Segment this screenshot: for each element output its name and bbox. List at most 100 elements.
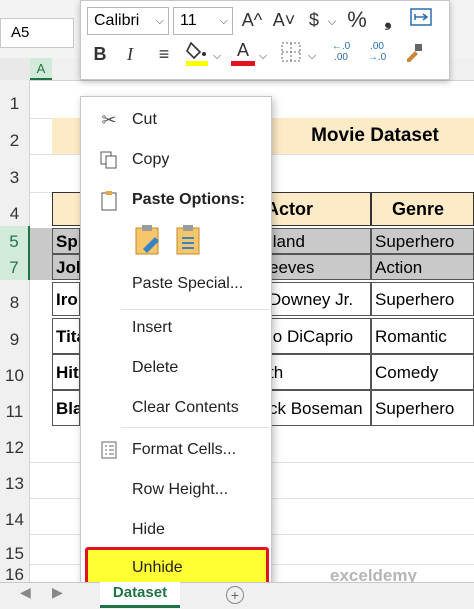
- menu-item-clear-contents[interactable]: Clear Contents: [81, 391, 271, 425]
- sheet-title: Movie Dataset: [311, 125, 439, 146]
- font-size-value: 11: [180, 12, 197, 29]
- row-header-2[interactable]: 2: [0, 118, 30, 154]
- fill-color-button[interactable]: [183, 39, 211, 74]
- table-cell[interactable]: Iro: [52, 282, 80, 316]
- menu-item-label: Hide: [132, 521, 165, 538]
- font-color-button[interactable]: A: [229, 39, 257, 66]
- table-header-actor: Actor: [265, 192, 371, 226]
- paste-brush-icon: [135, 225, 159, 255]
- row-header-11[interactable]: 11: [0, 390, 30, 426]
- table-cell[interactable]: th: [265, 354, 371, 390]
- paste-button[interactable]: [133, 223, 165, 257]
- align-center-button[interactable]: ≡: [151, 41, 177, 67]
- currency-button[interactable]: $: [303, 7, 325, 33]
- column-header-a[interactable]: A: [30, 58, 52, 80]
- row-header-10[interactable]: 10: [0, 354, 30, 390]
- wrap-text-button[interactable]: [407, 7, 435, 33]
- genre-header-label: Genre: [392, 199, 445, 219]
- paste-values-icon: [176, 225, 200, 255]
- menu-item-hide[interactable]: Hide: [81, 513, 271, 547]
- format-painter-icon: [407, 44, 422, 62]
- menu-item-paste-options: Paste Options:: [81, 183, 271, 217]
- table-cell[interactable]: Tita: [52, 318, 80, 354]
- borders-button[interactable]: [277, 41, 305, 70]
- menu-item-label: Clear Contents: [132, 399, 239, 416]
- table-cell[interactable]: Romantic: [371, 318, 474, 354]
- row-header-9[interactable]: 9: [0, 318, 30, 354]
- chevron-down-icon[interactable]: ⌵: [325, 9, 339, 35]
- tab-scroll-right-icon[interactable]: ▶: [52, 584, 63, 601]
- table-cell[interactable]: Superhero: [371, 282, 474, 316]
- row-header-1[interactable]: 1: [0, 80, 30, 118]
- paste-values-button[interactable]: [173, 223, 205, 257]
- row-header-5[interactable]: 5: [0, 226, 30, 254]
- decrease-decimal-button[interactable]: .00 →.0: [361, 41, 393, 63]
- paint-bucket-icon: [186, 41, 208, 66]
- row-header-14[interactable]: 14: [0, 498, 30, 534]
- row-header-13[interactable]: 13: [0, 462, 30, 498]
- row-header-4[interactable]: 4: [0, 192, 30, 226]
- row-header-7[interactable]: 7: [0, 254, 30, 280]
- select-all-corner[interactable]: [0, 58, 31, 80]
- menu-item-label: Copy: [132, 151, 170, 168]
- table-cell[interactable]: Spi: [52, 228, 80, 254]
- menu-item-delete[interactable]: Delete: [81, 351, 271, 385]
- table-cell[interactable]: Joh: [52, 254, 80, 280]
- menu-item-label: Paste Special...: [132, 275, 244, 292]
- menu-item-row-height[interactable]: Row Height...: [81, 473, 271, 507]
- table-cell[interactable]: Action: [371, 254, 474, 280]
- name-box[interactable]: A5: [0, 18, 74, 48]
- table-cell[interactable]: Comedy: [371, 354, 474, 390]
- menu-separator: [121, 427, 269, 428]
- table-cell[interactable]: Superhero: [371, 390, 474, 426]
- table-cell[interactable]: eeves: [265, 254, 371, 280]
- context-menu: ✂ Cut Copy Paste Options: Paste Special.…: [80, 96, 272, 604]
- increase-decimal-button[interactable]: ←.0 .00: [325, 41, 357, 63]
- row-header-15[interactable]: 15: [0, 534, 30, 564]
- add-sheet-icon[interactable]: +: [226, 586, 244, 604]
- table-cell[interactable]: Superhero: [371, 228, 474, 254]
- table-cell[interactable]: Downey Jr.: [265, 282, 371, 316]
- menu-item-copy[interactable]: Copy: [81, 143, 271, 177]
- font-name-dropdown[interactable]: Calibri ⌵: [87, 7, 169, 35]
- menu-item-insert[interactable]: Insert: [81, 311, 271, 345]
- menu-item-format-cells[interactable]: Format Cells...: [81, 433, 271, 467]
- font-size-dropdown[interactable]: 11 ⌵: [173, 7, 233, 35]
- menu-item-label: Delete: [132, 359, 179, 376]
- scissors-icon: ✂: [101, 110, 117, 130]
- menu-item-label: Cut: [132, 111, 157, 128]
- table-cell[interactable]: lland: [265, 228, 371, 254]
- comma-style-button[interactable]: ❟: [377, 7, 399, 33]
- row-header-8[interactable]: 8: [0, 280, 30, 318]
- bold-button[interactable]: B: [89, 41, 111, 67]
- actor-header-label: Actor: [266, 199, 314, 219]
- percent-button[interactable]: %: [343, 7, 371, 33]
- format-painter-button[interactable]: [399, 41, 429, 70]
- sheet-tab-dataset[interactable]: Dataset: [100, 582, 180, 608]
- menu-item-label: Paste Options:: [132, 191, 245, 208]
- table-cell[interactable]: lo DiCaprio: [265, 318, 371, 354]
- font-color-swatch: [231, 61, 255, 66]
- menu-item-label: Format Cells...: [132, 441, 237, 458]
- clipboard-icon: [97, 190, 121, 211]
- menu-item-paste-special[interactable]: Paste Special...: [81, 267, 271, 301]
- menu-item-label: Insert: [132, 319, 173, 336]
- table-cell[interactable]: Bla: [52, 390, 80, 426]
- row-header-16[interactable]: 16: [0, 564, 30, 584]
- row-header-3[interactable]: 3: [0, 154, 30, 192]
- menu-item-label: Row Height...: [132, 481, 229, 498]
- table-cell[interactable]: Hit: [52, 354, 80, 390]
- row-header-12[interactable]: 12: [0, 426, 30, 462]
- table-cell[interactable]: ck Boseman: [265, 390, 371, 426]
- decrease-font-size-button[interactable]: A˅: [271, 7, 297, 33]
- menu-item-cut[interactable]: ✂ Cut: [81, 103, 271, 137]
- chevron-down-icon[interactable]: ⌵: [211, 43, 223, 69]
- menu-separator: [121, 309, 269, 310]
- italic-button[interactable]: I: [119, 41, 141, 67]
- chevron-down-icon[interactable]: ⌵: [257, 43, 269, 69]
- chevron-down-icon[interactable]: ⌵: [305, 43, 319, 69]
- chevron-down-icon: ⌵: [155, 15, 164, 27]
- increase-font-size-button[interactable]: A^: [239, 7, 265, 33]
- tab-scroll-left-icon[interactable]: ◀: [20, 584, 31, 601]
- wrap-text-icon: [410, 8, 432, 26]
